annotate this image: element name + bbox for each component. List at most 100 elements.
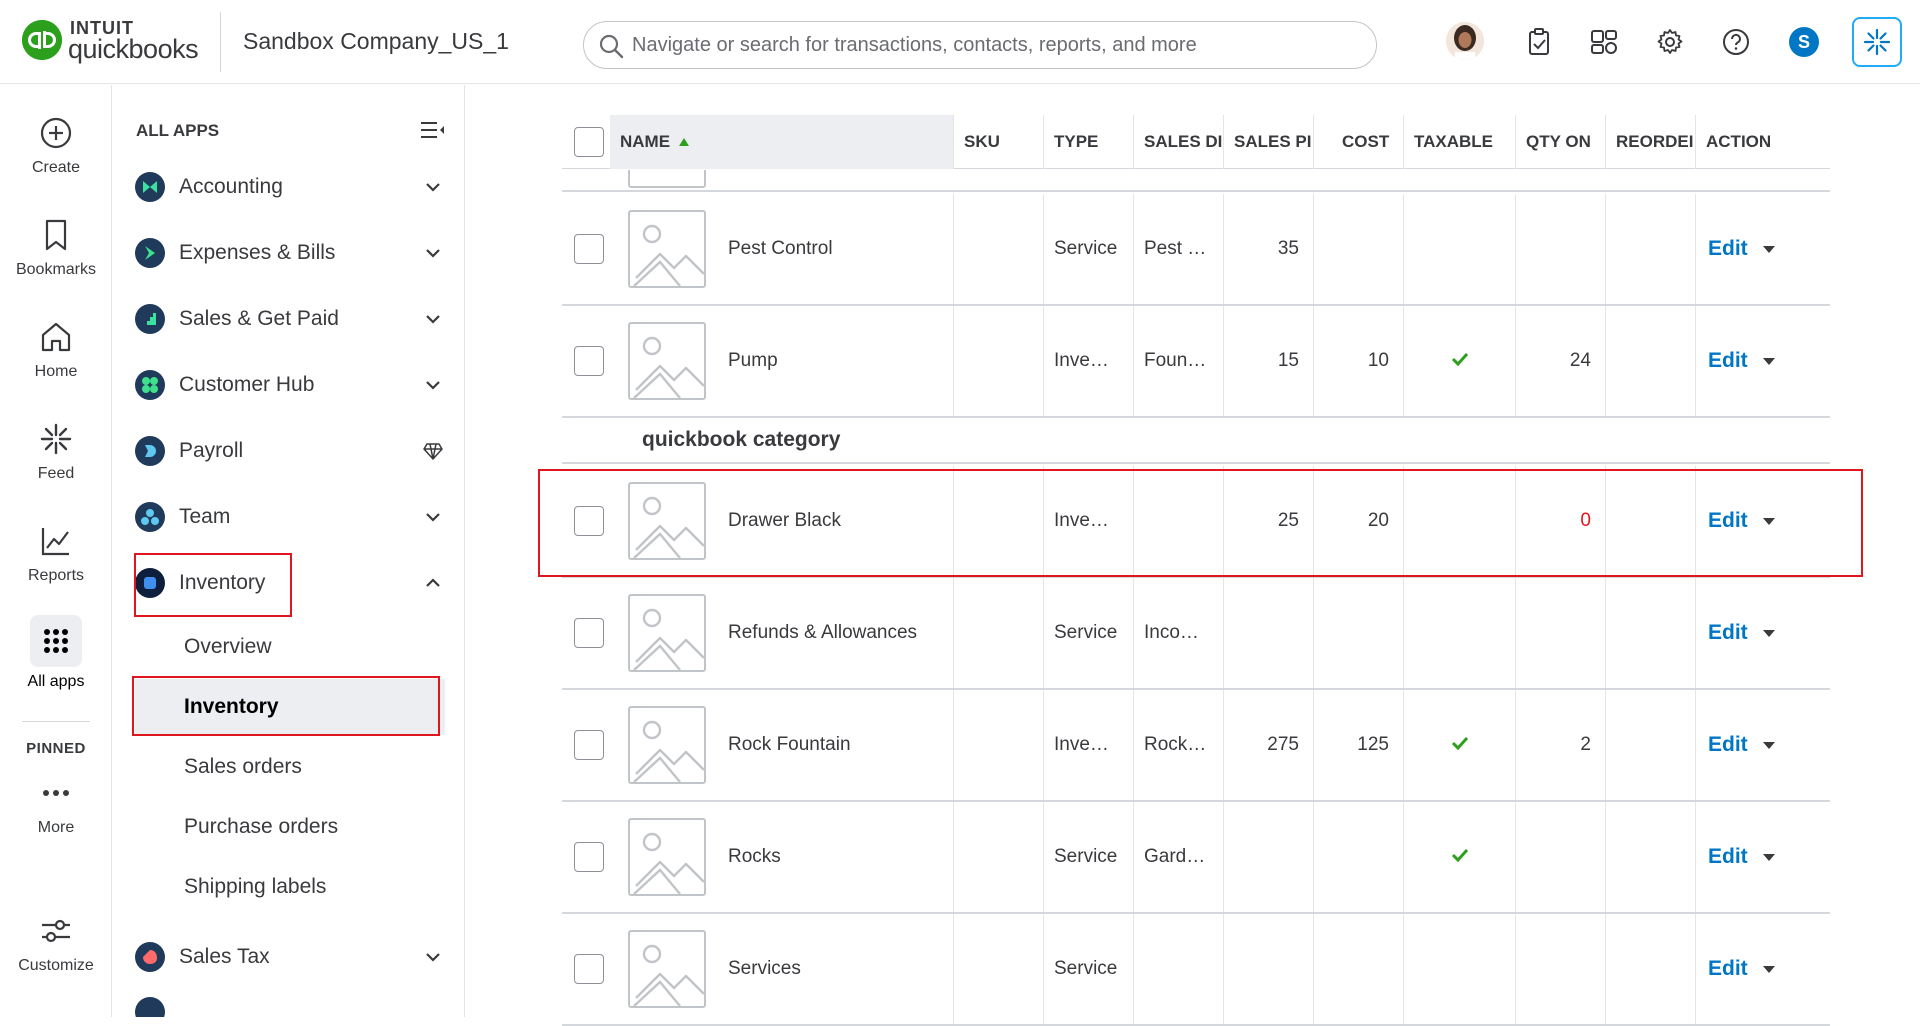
rail-home[interactable]: Home [0, 317, 112, 381]
row-checkbox[interactable] [574, 346, 604, 376]
app-sales-get-paid[interactable]: Sales & Get Paid [135, 297, 445, 341]
user-account-badge[interactable]: S [1789, 27, 1819, 57]
submenu-purchase-orders[interactable]: Purchase orders [135, 799, 445, 855]
col-cost-header[interactable]: COST [1314, 115, 1404, 169]
table-row[interactable]: Services Service Edit [562, 914, 1830, 1026]
col-sku-header[interactable]: SKU [954, 115, 1044, 169]
table-row[interactable]: Rock Fountain Inve… Rock… 275 125 2 Edit [562, 690, 1830, 802]
row-checkbox[interactable] [574, 842, 604, 872]
col-sales-desc-header[interactable]: SALES DI [1134, 115, 1224, 169]
gear-icon[interactable] [1652, 24, 1688, 60]
item-name[interactable]: Refunds & Allowances [728, 578, 917, 688]
row-checkbox[interactable] [574, 506, 604, 536]
app-customer-hub[interactable]: Customer Hub [135, 363, 445, 407]
app-team[interactable]: Team [135, 495, 445, 539]
chevron-down-icon[interactable] [421, 945, 445, 969]
rail-more[interactable]: More [0, 773, 112, 837]
row-checkbox[interactable] [574, 730, 604, 760]
col-type-header[interactable]: TYPE [1044, 115, 1134, 169]
quickbooks-logo-icon[interactable] [22, 20, 62, 60]
app-sales-tax[interactable]: Sales Tax [135, 935, 445, 979]
app-inventory[interactable]: Inventory [135, 561, 445, 605]
global-search[interactable] [583, 21, 1377, 69]
cell-qty-value: 2 [1580, 734, 1591, 755]
chevron-down-icon[interactable] [421, 373, 445, 397]
col-taxable-header[interactable]: TAXABLE [1404, 115, 1516, 169]
image-placeholder-icon[interactable] [628, 482, 706, 560]
collapse-menu-icon[interactable] [419, 119, 445, 146]
cell-type-value: Service [1054, 622, 1118, 643]
edit-link[interactable]: Edit [1708, 509, 1748, 533]
table-row[interactable]: Rocks Service Gard… Edit [562, 802, 1830, 914]
image-placeholder-icon[interactable] [628, 706, 706, 784]
rail-reports[interactable]: Reports [0, 521, 112, 585]
cell-cost-value: 20 [1367, 510, 1389, 531]
caret-down-icon[interactable] [1762, 734, 1776, 756]
col-name-header[interactable]: NAME [610, 115, 954, 169]
caret-down-icon[interactable] [1762, 958, 1776, 980]
edit-link[interactable]: Edit [1708, 957, 1748, 981]
edit-link[interactable]: Edit [1708, 845, 1748, 869]
image-placeholder-icon[interactable] [628, 930, 706, 1008]
image-placeholder-icon[interactable] [628, 594, 706, 672]
table-row[interactable]: Pest Control Service Pest … 35 Edit [562, 194, 1830, 306]
item-name[interactable]: Drawer Black [728, 466, 841, 576]
user-avatar[interactable] [1446, 22, 1484, 60]
item-name[interactable]: Pest Control [728, 194, 833, 304]
submenu-overview[interactable]: Overview [135, 619, 445, 675]
edit-link[interactable]: Edit [1708, 237, 1748, 261]
chevron-down-icon[interactable] [421, 175, 445, 199]
submenu-shipping-labels[interactable]: Shipping labels [135, 859, 445, 915]
table-row[interactable]: Refunds & Allowances Service Inco… Edit [562, 578, 1830, 690]
col-reorder-header[interactable]: REORDEI [1606, 115, 1696, 169]
rail-feed[interactable]: Feed [0, 419, 112, 483]
caret-down-icon[interactable] [1762, 350, 1776, 372]
row-checkbox[interactable] [574, 234, 604, 264]
rail-customize[interactable]: Customize [0, 911, 112, 975]
cell-qty [1516, 194, 1606, 304]
caret-down-icon[interactable] [1762, 846, 1776, 868]
apps-switcher-icon[interactable] [1586, 24, 1622, 60]
image-placeholder-icon[interactable] [628, 210, 706, 288]
row-checkbox[interactable] [574, 618, 604, 648]
item-name[interactable]: Pump [728, 306, 778, 416]
edit-link[interactable]: Edit [1708, 349, 1748, 373]
rail-label: Home [34, 363, 78, 380]
app-accounting[interactable]: Accounting [135, 165, 445, 209]
caret-down-icon[interactable] [1762, 238, 1776, 260]
image-placeholder-icon[interactable] [628, 322, 706, 400]
search-input[interactable] [632, 22, 1362, 68]
item-name[interactable]: Rock Fountain [728, 690, 851, 800]
item-name[interactable]: Services [728, 914, 801, 1024]
tasks-clipboard-icon[interactable] [1521, 24, 1557, 60]
chevron-up-icon[interactable] [421, 571, 445, 595]
row-checkbox[interactable] [574, 954, 604, 984]
rail-all-apps[interactable]: All apps [0, 615, 112, 691]
item-name[interactable]: Rocks [728, 802, 781, 912]
chevron-down-icon[interactable] [421, 505, 445, 529]
caret-down-icon[interactable] [1762, 510, 1776, 532]
edit-link[interactable]: Edit [1708, 621, 1748, 645]
submenu-inventory[interactable]: Inventory [135, 679, 445, 735]
col-sales-price-header[interactable]: SALES PI [1224, 115, 1314, 169]
chevron-down-icon[interactable] [421, 241, 445, 265]
image-placeholder-icon[interactable] [628, 818, 706, 896]
caret-down-icon[interactable] [1762, 622, 1776, 644]
app-payroll[interactable]: Payroll [135, 429, 445, 473]
app-next-partial[interactable] [135, 997, 445, 1017]
rail-create[interactable]: Create [0, 113, 112, 177]
table-row[interactable]: Pump Inve… Foun… 15 10 24 Edit [562, 306, 1830, 418]
chevron-down-icon[interactable] [421, 307, 445, 331]
rail-bookmarks[interactable]: Bookmarks [0, 215, 112, 279]
company-name[interactable]: Sandbox Company_US_1 [243, 28, 509, 55]
app-expenses-bills[interactable]: Expenses & Bills [135, 231, 445, 275]
cell-type-value: Service [1054, 238, 1118, 259]
intuit-assist-icon[interactable] [1852, 17, 1902, 67]
table-row[interactable]: Drawer Black Inve… 25 20 0 Edit [562, 466, 1830, 578]
cell-sales-price-value: 35 [1277, 238, 1299, 259]
submenu-sales-orders[interactable]: Sales orders [135, 739, 445, 795]
help-icon[interactable] [1718, 24, 1754, 60]
category-label: quickbook category [642, 428, 841, 451]
col-qty-header[interactable]: QTY ON [1516, 115, 1606, 169]
edit-link[interactable]: Edit [1708, 733, 1748, 757]
